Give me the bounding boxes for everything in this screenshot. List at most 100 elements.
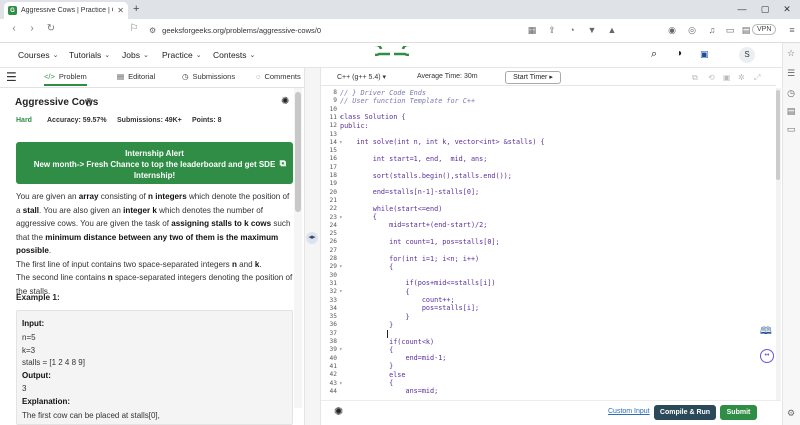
- gfg-logo-icon: [375, 46, 409, 57]
- example-input-label: Input:: [22, 319, 45, 328]
- tab-submissions[interactable]: ◷ Submissions: [182, 72, 235, 81]
- code-editor[interactable]: 8// } Driver Code Ends 9// User function …: [321, 88, 776, 400]
- lightbulb-icon[interactable]: ✺: [334, 405, 343, 418]
- close-tab-icon[interactable]: ✕: [117, 6, 124, 15]
- code-line: {: [340, 213, 377, 221]
- chevron-down-icon: ⌄: [249, 52, 256, 59]
- avatar[interactable]: S: [739, 47, 755, 63]
- nav-courses[interactable]: Courses ⌄: [18, 50, 59, 60]
- browser-tab[interactable]: G Aggressive Cows | Practice | Gee ✕: [4, 2, 128, 19]
- screen-icon[interactable]: ▭: [785, 124, 797, 135]
- internship-alert-banner[interactable]: Internship Alert New month-> Fresh Chanc…: [16, 142, 293, 184]
- tab-editorial[interactable]: ▤ Editorial: [117, 72, 155, 81]
- example-box: [16, 310, 293, 425]
- chat-icon[interactable]: ••: [760, 349, 774, 363]
- submit-button[interactable]: Submit: [720, 405, 757, 420]
- copy-icon[interactable]: ⧉: [692, 73, 698, 83]
- bookmark-page-icon[interactable]: ⚐: [128, 23, 140, 34]
- url-field[interactable]: ⚙ geeksforgeeks.org/problems/aggressive-…: [145, 22, 515, 39]
- menu-icon[interactable]: ≡: [786, 24, 798, 36]
- gfg-logo[interactable]: [375, 46, 409, 62]
- rss-icon[interactable]: ◔: [566, 24, 578, 36]
- example-output-value: 3: [22, 384, 27, 393]
- average-time: Average Time: 30m: [417, 73, 478, 80]
- close-window-icon[interactable]: ✕: [780, 2, 794, 16]
- wallet-icon[interactable]: ▤: [740, 24, 752, 36]
- code-line: // } Driver Code Ends: [340, 88, 426, 97]
- nav-contests[interactable]: Contests ⌄: [213, 50, 255, 60]
- translate-icon[interactable]: ▣: [700, 49, 709, 60]
- code-line: if(pos+mid<=stalls[i]): [340, 279, 496, 288]
- chevron-down-icon: ⌄: [52, 52, 59, 59]
- reset-icon[interactable]: ⟲: [708, 73, 715, 82]
- reading-list-icon[interactable]: ☰: [785, 68, 797, 79]
- code-line: for(int i=1; i<n; i++): [340, 254, 480, 263]
- hamburger-menu-icon[interactable]: ☰: [6, 70, 17, 84]
- line-number: 34: [329, 304, 337, 312]
- line-number: 19: [329, 180, 337, 188]
- panel-splitter[interactable]: [304, 68, 321, 425]
- bookmarks-icon[interactable]: ☆: [785, 48, 797, 59]
- sidebar-settings-icon[interactable]: ⚙: [785, 408, 797, 419]
- line-number: 33: [329, 296, 337, 304]
- apps-icon[interactable]: ▦: [526, 24, 538, 36]
- book-icon[interactable]: 🕮: [760, 324, 772, 341]
- back-icon[interactable]: ‹: [8, 23, 20, 34]
- code-line: sort(stalls.begin(),stalls.end());: [340, 171, 512, 180]
- nav-jobs[interactable]: Jobs ⌄: [122, 50, 149, 60]
- new-tab-icon[interactable]: +: [133, 3, 139, 15]
- chevron-down-icon: ⌄: [142, 52, 149, 59]
- example-explanation-label: Explanation:: [22, 397, 71, 406]
- external-link-icon[interactable]: ⧉: [280, 158, 286, 169]
- line-number: 21: [329, 196, 337, 204]
- alert-line: Internship!: [133, 171, 176, 180]
- tab-title: Aggressive Cows | Practice | Gee: [21, 7, 113, 14]
- editor-scroll-thumb[interactable]: [776, 90, 780, 180]
- tab-problem[interactable]: </> Problem: [44, 72, 87, 86]
- resize-handle-icon[interactable]: ◂▸: [306, 232, 318, 244]
- code-line: while(start<=end): [340, 204, 443, 213]
- problem-scroll-thumb[interactable]: [295, 92, 301, 212]
- start-timer-button[interactable]: Start Timer ▸: [505, 71, 561, 84]
- share-icon[interactable]: ⇪: [546, 24, 558, 36]
- code-line: pos=stalls[i];: [340, 304, 480, 313]
- music-icon[interactable]: ♫: [706, 24, 718, 36]
- wallet-icon[interactable]: ▤: [785, 106, 797, 117]
- tab-comments[interactable]: ◌ Comments: [256, 72, 301, 81]
- bookmark-icon[interactable]: ▯: [86, 97, 92, 108]
- bug-report-icon[interactable]: ✺: [281, 96, 289, 107]
- compile-run-button[interactable]: Compile & Run: [654, 405, 716, 420]
- history-icon[interactable]: ◷: [785, 88, 797, 99]
- nav-tutorials[interactable]: Tutorials ⌄: [69, 50, 110, 60]
- code-line: public:: [340, 121, 369, 130]
- description-paragraph: You are given an array consisting of n i…: [16, 192, 291, 255]
- search-icon[interactable]: ⌕: [651, 48, 657, 61]
- text-cursor: [387, 330, 388, 338]
- example-stalls: stalls = [1 2 4 8 9]: [22, 358, 85, 367]
- code-line: ans=mid;: [340, 387, 439, 396]
- forward-icon[interactable]: ›: [26, 23, 38, 34]
- line-number: 43: [329, 379, 337, 387]
- extension-icon[interactable]: ▲: [606, 24, 618, 36]
- alert-line: New month-> Fresh Chance to top the lead…: [33, 160, 276, 169]
- site-info-icon[interactable]: ⚙: [149, 26, 156, 35]
- paste-icon[interactable]: ▣: [723, 73, 731, 82]
- custom-input-link[interactable]: Custom Input: [608, 408, 650, 415]
- vpn-button[interactable]: VPN: [752, 24, 777, 35]
- sidebar-toggle-icon[interactable]: ▭: [724, 24, 736, 36]
- maximize-icon[interactable]: ⤢: [754, 73, 760, 83]
- profile-circle-icon[interactable]: ◉: [666, 24, 678, 36]
- language-select[interactable]: C++ (g++ 5.4) ▾: [337, 73, 386, 81]
- nav-practice[interactable]: Practice ⌄: [162, 50, 202, 60]
- line-number: 16: [329, 155, 337, 163]
- code-line: class Solution {: [340, 113, 406, 122]
- code-line: mid=start+(end-start)/2;: [340, 221, 488, 230]
- line-number: 42: [329, 371, 337, 379]
- maximize-window-icon[interactable]: ▢: [758, 2, 772, 16]
- brave-shield-icon[interactable]: ▼: [586, 24, 598, 36]
- reload-icon[interactable]: ↻: [45, 23, 57, 34]
- settings-icon[interactable]: ✲: [738, 73, 745, 82]
- theme-toggle-icon[interactable]: ◑: [676, 48, 682, 59]
- user-icon[interactable]: ◎: [686, 24, 698, 36]
- minimize-icon[interactable]: —: [735, 2, 749, 16]
